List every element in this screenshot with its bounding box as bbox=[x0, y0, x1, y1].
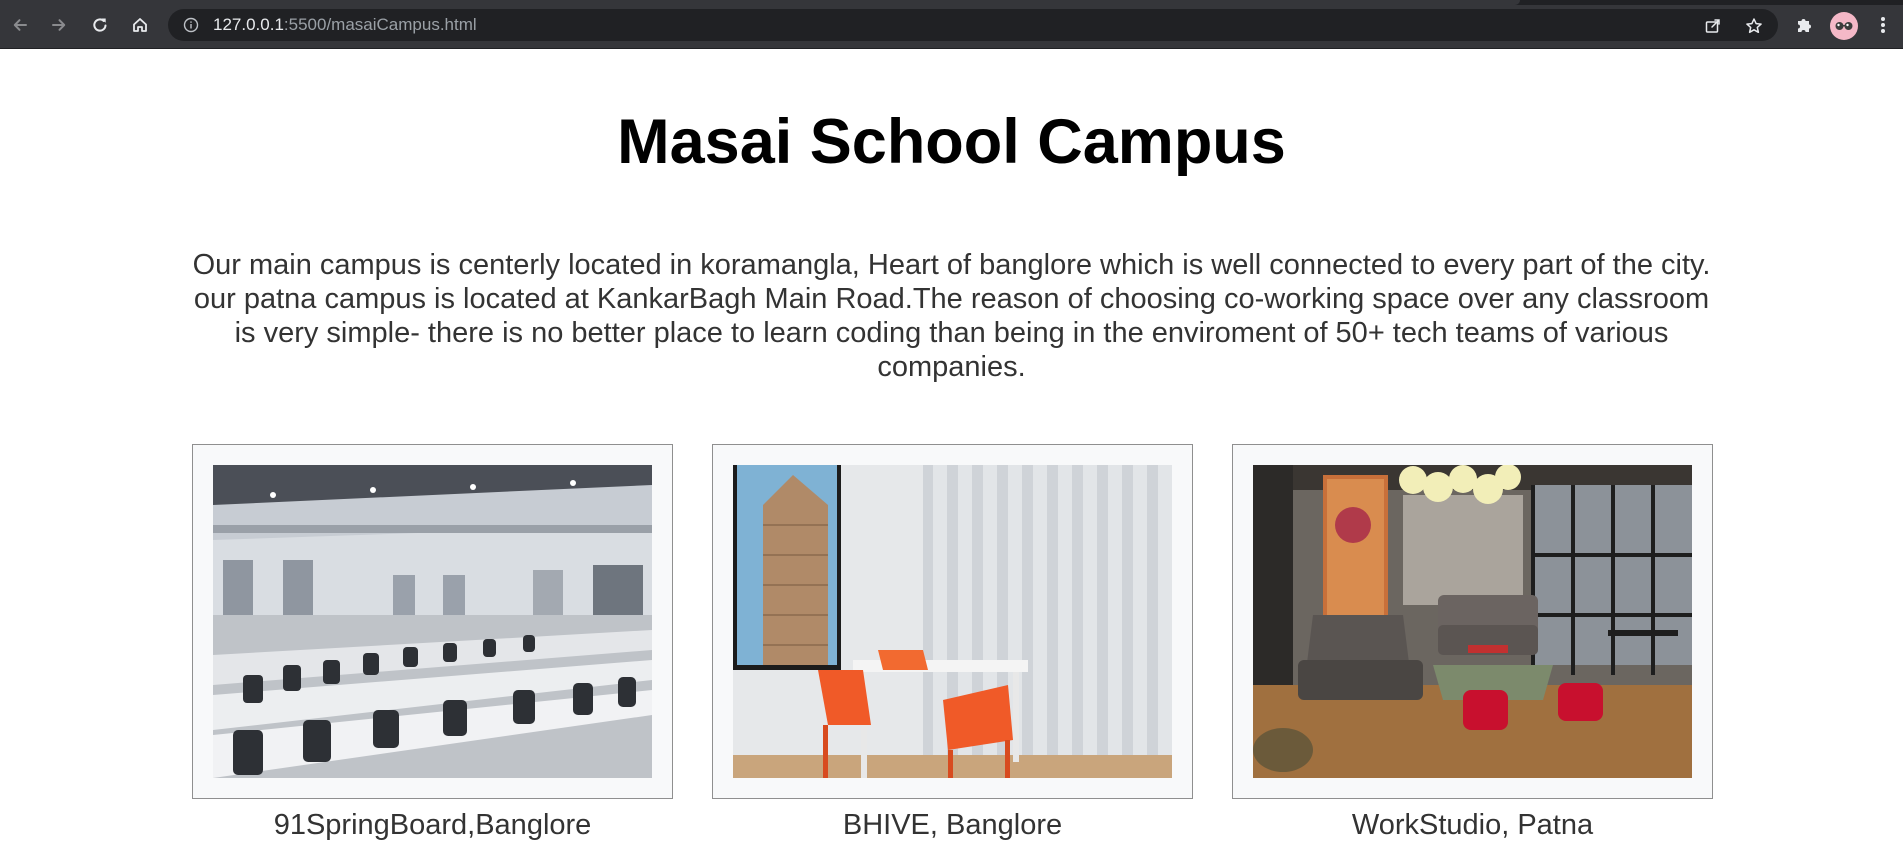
url-text[interactable]: 127.0.0.1:5500/masaiCampus.html bbox=[213, 15, 477, 35]
bhive-photo bbox=[733, 465, 1172, 778]
extensions-icon[interactable] bbox=[1791, 12, 1817, 38]
campus-card-workstudio bbox=[1232, 444, 1713, 799]
url-host: 127.0.0.1 bbox=[213, 15, 284, 34]
address-bar[interactable]: 127.0.0.1:5500/masaiCampus.html bbox=[168, 9, 1778, 41]
springboard-photo bbox=[213, 465, 652, 778]
profile-avatar[interactable] bbox=[1830, 12, 1858, 40]
campus-caption-workstudio: WorkStudio, Patna bbox=[1351, 809, 1594, 841]
campus-caption-bhive: BHIVE, Banglore bbox=[842, 809, 1063, 841]
campus-caption-springboard: 91SpringBoard,Banglore bbox=[273, 809, 592, 841]
active-tab-edge bbox=[0, 0, 1520, 5]
info-icon[interactable] bbox=[183, 17, 199, 33]
campus-card-bhive bbox=[712, 444, 1193, 799]
menu-icon[interactable] bbox=[1873, 12, 1893, 38]
star-icon[interactable] bbox=[1743, 15, 1765, 37]
tab-strip-edge bbox=[0, 0, 1903, 5]
home-icon[interactable] bbox=[127, 12, 153, 38]
campus-card-springboard bbox=[192, 444, 673, 799]
browser-toolbar: 127.0.0.1:5500/masaiCampus.html bbox=[0, 0, 1903, 49]
intro-paragraph: Our main campus is centerly located in k… bbox=[192, 249, 1711, 383]
url-path: :5500/masaiCampus.html bbox=[283, 15, 477, 34]
back-icon[interactable] bbox=[7, 12, 33, 38]
reload-icon[interactable] bbox=[87, 12, 113, 38]
share-icon[interactable] bbox=[1702, 15, 1724, 37]
page-title: Masai School Campus bbox=[617, 107, 1286, 177]
forward-icon[interactable] bbox=[46, 12, 72, 38]
workstudio-photo bbox=[1253, 465, 1692, 778]
